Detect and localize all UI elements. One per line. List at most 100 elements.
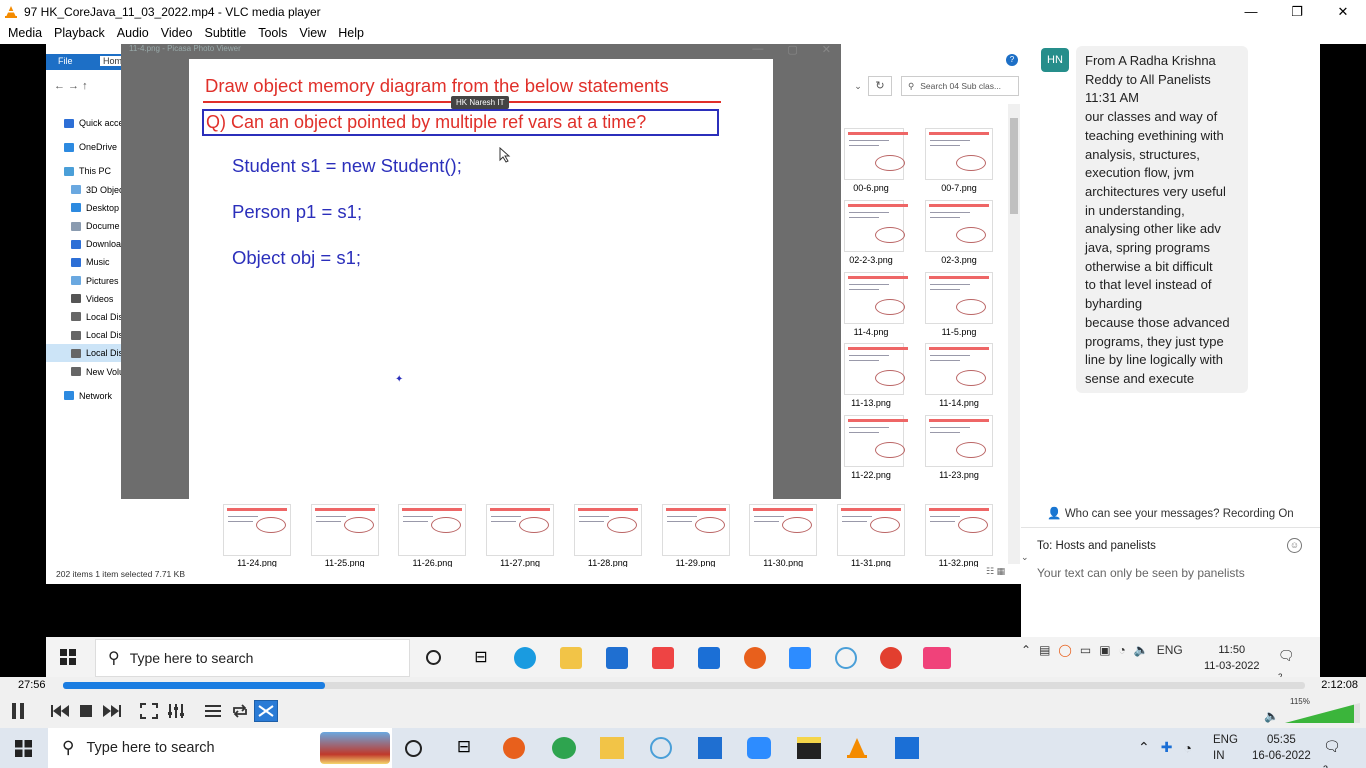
record-app-button[interactable] xyxy=(503,737,525,759)
store-icon xyxy=(606,647,628,669)
previous-icon xyxy=(51,705,69,717)
zoom-icon xyxy=(789,647,811,669)
shuffle-button[interactable] xyxy=(254,700,278,722)
thumbnail-label: 11-31.png xyxy=(850,558,891,567)
language-indicator[interactable]: ENG IN xyxy=(1213,732,1238,764)
slide-title: Draw object memory diagram from the belo… xyxy=(205,75,669,96)
pictures-icon xyxy=(71,276,81,286)
chat-panel: HN From A Radha Krishna Reddy to All Pan… xyxy=(1021,44,1320,639)
sidebar-item-label: This PC xyxy=(79,166,112,177)
sticky-notes-button[interactable] xyxy=(797,737,821,759)
shuffle-icon xyxy=(258,705,274,717)
previous-button[interactable] xyxy=(48,700,72,722)
chat-message-text: From A Radha Krishna Reddy to All Paneli… xyxy=(1085,53,1230,386)
picasa-viewer: 11-4.png - Picasa Photo Viewer — ▢ ✕ Draw … xyxy=(121,44,841,499)
recorded-lang: ENG xyxy=(1156,643,1183,657)
thumbnail-label: 11-29.png xyxy=(675,558,716,567)
thumbnail xyxy=(925,272,993,324)
menu-playback[interactable]: Playback xyxy=(48,23,111,44)
menu-help[interactable]: Help xyxy=(332,23,370,44)
menu-subtitle[interactable]: Subtitle xyxy=(199,23,253,44)
taskbar-clock[interactable]: 05:35 16-06-2022 xyxy=(1252,732,1311,764)
zoom-button[interactable] xyxy=(747,737,771,759)
stop-button[interactable] xyxy=(74,700,98,722)
sidebar-item-label: Pictures xyxy=(86,275,119,286)
emoji-icon[interactable]: ☺ xyxy=(1287,538,1302,553)
battery-icon: ▭ xyxy=(1079,643,1092,657)
vlc-taskbar-button[interactable] xyxy=(845,737,869,759)
task-view-button[interactable]: ⊟ xyxy=(452,737,476,759)
volume-icon: 🔈 xyxy=(1133,643,1149,657)
avatar: HN xyxy=(1041,48,1069,72)
volume-slider[interactable] xyxy=(1285,703,1360,723)
volume-icon[interactable]: 🔈 xyxy=(1264,709,1279,723)
pause-icon xyxy=(12,703,24,719)
seek-bar-area: 27:56 2:12:08 xyxy=(0,677,1366,695)
address-dropdown-icon: ⌄ xyxy=(854,81,862,91)
chat-message: From A Radha Krishna Reddy to All Paneli… xyxy=(1076,46,1248,393)
sidebar-item: Music xyxy=(46,253,126,271)
sidebar-item-label: Network xyxy=(79,390,113,401)
chrome-profile-button[interactable] xyxy=(552,737,576,759)
sidebar-item-label: Local Dis xyxy=(86,330,124,341)
search-icon: ⚲ xyxy=(908,80,915,91)
slide-image: Draw object memory diagram from the belo… xyxy=(189,59,773,499)
viewer-window-controls: — ▢ ✕ xyxy=(752,44,831,56)
fullscreen-icon xyxy=(140,703,158,719)
system-tray: ⌃ ✚ ◔ xyxy=(1138,739,1192,756)
folder-icon xyxy=(560,647,582,669)
close-button[interactable]: ✕ xyxy=(1320,0,1366,23)
photos-button[interactable] xyxy=(895,737,919,759)
store-button[interactable] xyxy=(698,737,722,759)
title-bar: 97 HK_CoreJava_11_03_2022.mp4 - VLC medi… xyxy=(0,0,1366,23)
sidebar-item-label: Docume xyxy=(86,221,120,232)
windows-start-button[interactable] xyxy=(15,740,32,757)
network-icon[interactable]: ◔ xyxy=(1183,740,1191,756)
loop-button[interactable] xyxy=(228,700,252,722)
pause-button[interactable] xyxy=(6,700,30,722)
file-explorer-button[interactable] xyxy=(600,737,624,759)
thumbnail xyxy=(398,504,467,556)
seek-slider[interactable] xyxy=(63,682,1305,689)
sidebar-item: Network xyxy=(46,387,126,405)
sidebar-item: OneDrive xyxy=(46,138,126,156)
view-mode-icons: ☷ ▦ xyxy=(986,566,1006,576)
minimize-button[interactable]: — xyxy=(1228,0,1274,23)
playlist-button[interactable] xyxy=(201,700,225,722)
chat-input[interactable]: Your text can only be seen by panelists xyxy=(1037,566,1245,580)
explorer-search-box: ⚲ Search 04 Sub clas... xyxy=(901,76,1019,96)
menu-media[interactable]: Media xyxy=(2,23,48,44)
drive-icon xyxy=(71,367,81,377)
cortana-button[interactable] xyxy=(405,740,422,757)
recorded-time: 11:50 xyxy=(1218,644,1246,656)
menu-view[interactable]: View xyxy=(293,23,332,44)
loop-icon xyxy=(233,704,247,718)
video-frame[interactable]: File Home ← → ↑ Quick acce OneDrive This P… xyxy=(46,44,1320,639)
restore-button[interactable]: ❐ xyxy=(1274,0,1320,23)
chevron-up-icon[interactable]: ⌃ xyxy=(1138,739,1150,756)
pinwheel-app-button[interactable] xyxy=(650,737,672,759)
chat-privacy-note[interactable]: 👤 Who can see your messages? Recording O… xyxy=(1021,506,1320,520)
fullscreen-button[interactable] xyxy=(137,700,161,722)
notification-center-icon[interactable]: 🗨3 xyxy=(1323,738,1345,768)
chat-privacy-text: Who can see your messages? Recording On xyxy=(1064,508,1294,520)
next-button[interactable] xyxy=(100,700,124,722)
extended-settings-button[interactable] xyxy=(164,700,188,722)
sidebar-item: Pictures xyxy=(46,272,126,290)
task-view-icon: ⊟ xyxy=(474,649,488,666)
taskbar-search-box[interactable]: ⚲ Type here to search xyxy=(48,728,392,768)
gift-icon xyxy=(652,647,674,669)
add-icon[interactable]: ✚ xyxy=(1161,739,1173,756)
menu-video[interactable]: Video xyxy=(155,23,199,44)
chat-recipient[interactable]: To: Hosts and panelists xyxy=(1037,540,1156,552)
time-total: 2:12:08 xyxy=(1321,679,1358,691)
player-controls: 🔈 115% xyxy=(0,695,1366,728)
menu-tools[interactable]: Tools xyxy=(252,23,293,44)
chrome-icon xyxy=(880,647,902,669)
pinwheel-icon xyxy=(835,647,857,669)
menu-audio[interactable]: Audio xyxy=(111,23,155,44)
thumbnail xyxy=(925,343,993,395)
network-icon xyxy=(64,391,74,401)
tray-app-icon: ◯ xyxy=(1058,643,1072,657)
recorded-search-placeholder: Type here to search xyxy=(129,650,254,666)
